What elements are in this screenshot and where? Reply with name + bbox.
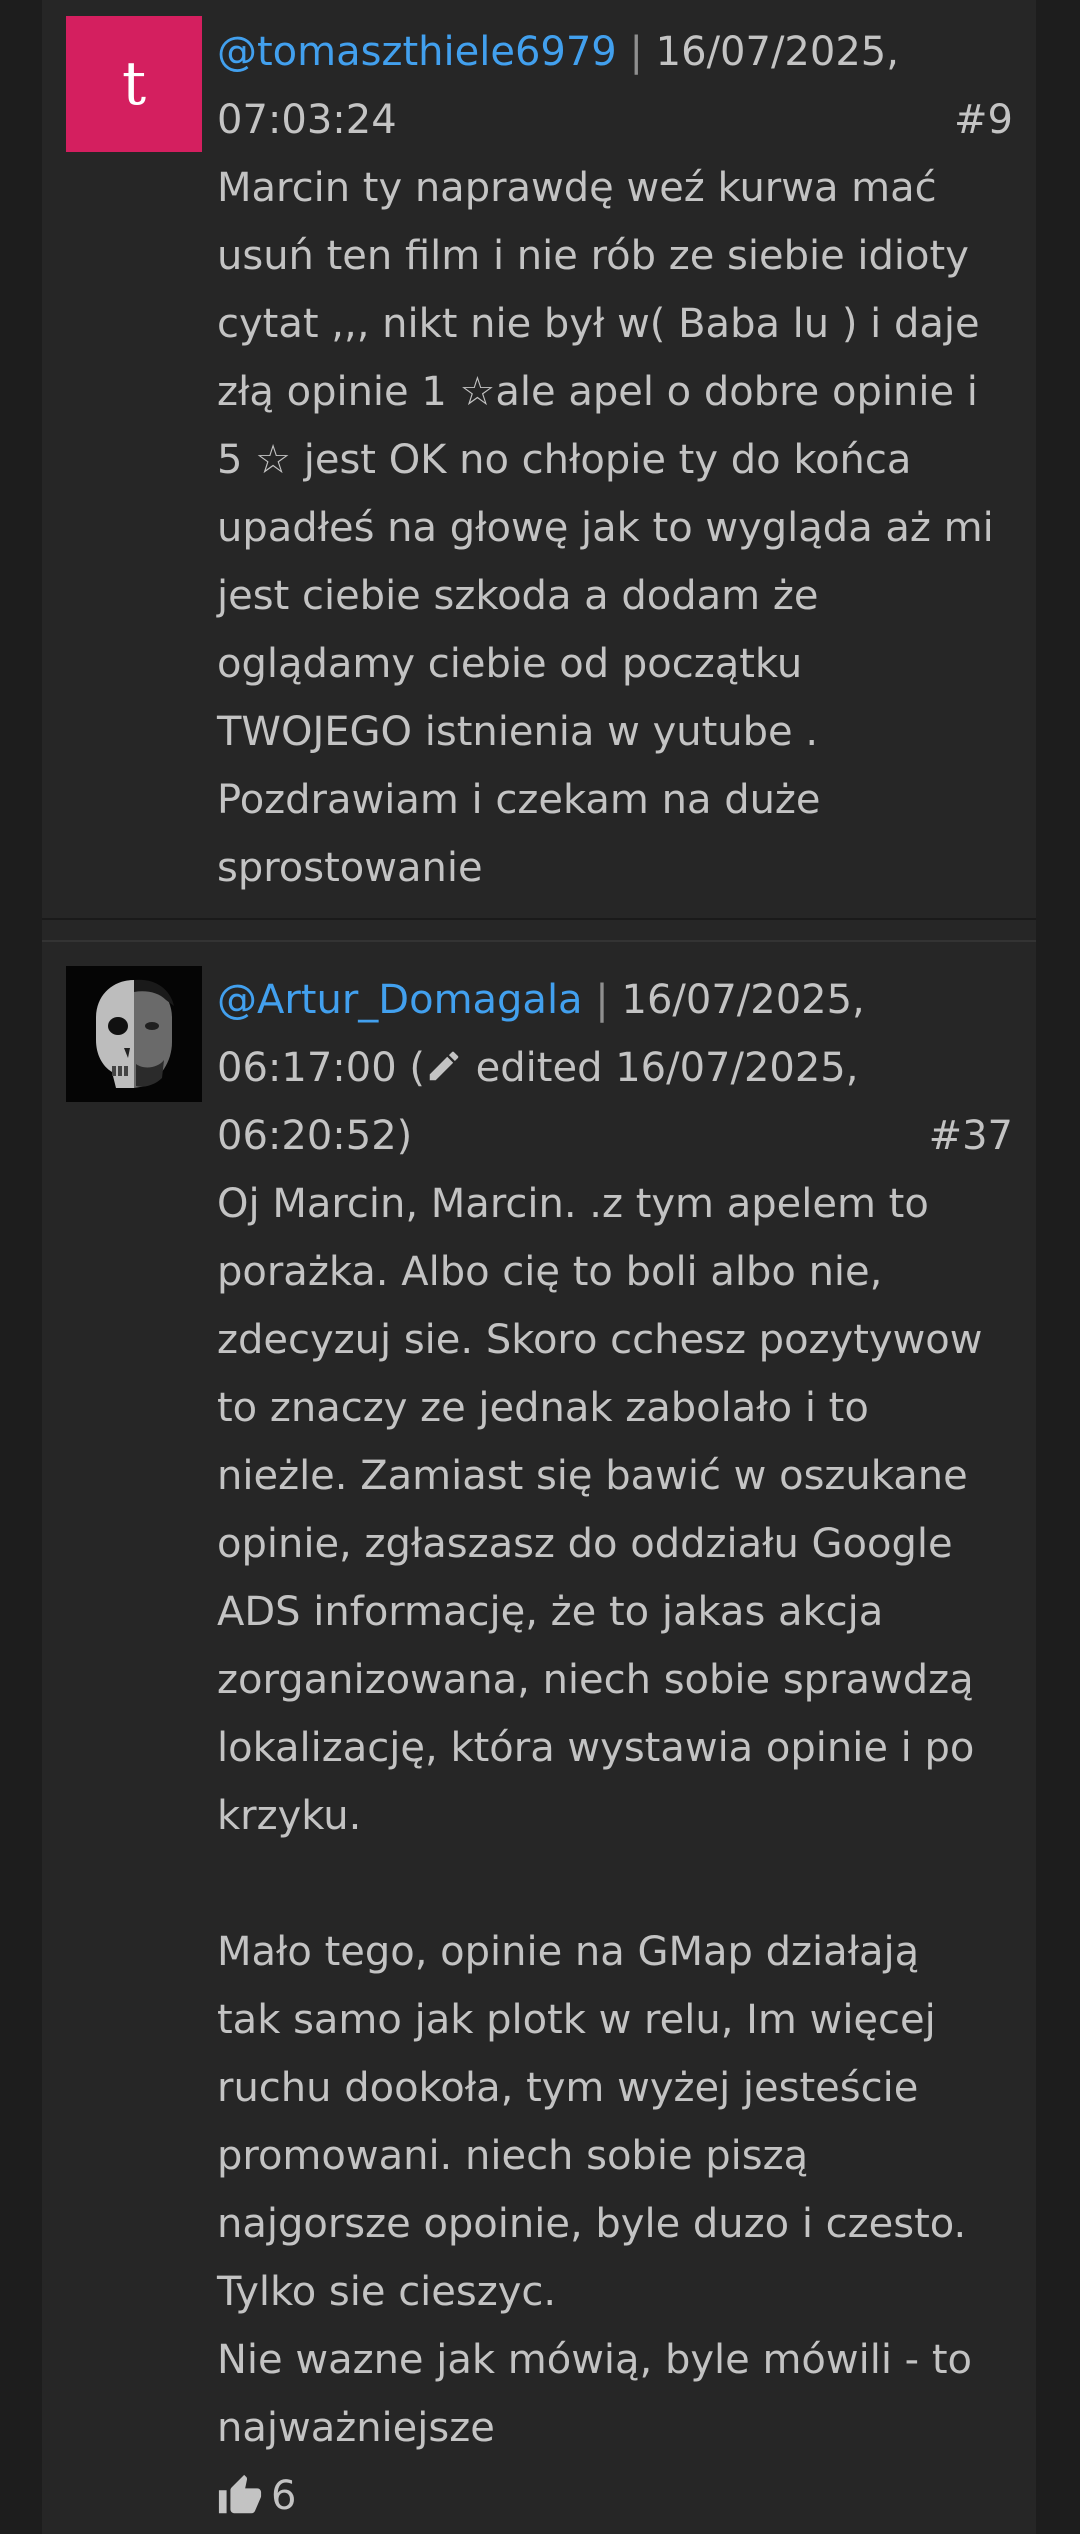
comment: @Artur_Domagala | 16/07/2025, 06:17:00 (… <box>42 942 1036 2534</box>
skull-portrait-avatar-icon <box>66 966 202 1102</box>
comment-number[interactable]: #37 <box>929 1102 1013 1170</box>
comment-line: oglądamy ciebie od początku <box>217 641 803 687</box>
like-count: 6 <box>271 2473 297 2519</box>
comment-line: cytat ,,, nikt nie był w( Baba lu ) i da… <box>217 301 980 347</box>
comment-line: Marcin ty naprawdę weź kurwa mać <box>217 165 937 211</box>
comment-line: upadłeś na głowę jak to wygląda aż mi <box>217 505 994 551</box>
comment-header-line-2: 06:17:00 ( edited 16/07/2025, <box>217 1034 1013 1102</box>
comment-line: tak samo jak plotk w relu, Im więcej <box>217 1997 936 2043</box>
comment-header-line-2: 07:03:24 #9 <box>217 86 1013 154</box>
header-separator: | <box>595 977 609 1023</box>
comment-text: Marcin ty naprawdę weź kurwa mać usuń te… <box>217 154 1013 902</box>
like-button[interactable]: 6 <box>217 2462 1013 2530</box>
comment-header-line-3: 06:20:52) #37 <box>217 1102 1013 1170</box>
comment-line: jest ciebie szkoda a dodam że <box>217 573 819 619</box>
comment-number[interactable]: #9 <box>954 86 1013 154</box>
comment-line: ruchu dookoła, tym wyżej jesteście <box>217 2065 919 2111</box>
comment-date: 16/07/2025, <box>621 977 865 1023</box>
comment-line: zdecyzuj sie. Skoro cchesz pozytywow <box>217 1317 983 1363</box>
comment-text: Oj Marcin, Marcin. .z tym apelem to pora… <box>217 1170 1013 2462</box>
comment-line: Tylko sie cieszyc. <box>217 2269 557 2315</box>
comment-line: najważniejsze <box>217 2405 495 2451</box>
comment-author-link[interactable]: @Artur_Domagala <box>217 977 583 1023</box>
comment-line: sprostowanie <box>217 845 483 891</box>
comment-line: ADS informację, że to jakas akcja <box>217 1589 884 1635</box>
comment-header: @Artur_Domagala | 16/07/2025, <box>217 966 1013 1034</box>
comment-author-link[interactable]: @tomaszthiele6979 <box>217 29 617 75</box>
comment-body: @Artur_Domagala | 16/07/2025, 06:17:00 (… <box>217 966 1013 2530</box>
comment-line: 5 ☆ jest OK no chłopie ty do końca <box>217 437 912 483</box>
comment-line: najgorsze opoinie, byle duzo i czesto. <box>217 2201 967 2247</box>
comment-header: @tomaszthiele6979 | 16/07/2025, <box>217 18 1013 86</box>
pencil-icon <box>429 1051 459 1081</box>
comment-line: Pozdrawiam i czekam na duże <box>217 777 821 823</box>
comment-line: nieżle. Zamiast się bawić w oszukane <box>217 1453 968 1499</box>
comment-line: krzyku. <box>217 1793 362 1839</box>
avatar[interactable]: t <box>66 16 202 152</box>
avatar-letter: t <box>121 49 147 119</box>
comment-line: Nie wazne jak mówią, byle mówili - to <box>217 2337 972 2383</box>
comments-column: t @tomaszthiele6979 | 16/07/2025, 07:03:… <box>42 0 1036 2534</box>
comment-line: TWOJEGO istnienia w yutube . <box>217 709 819 755</box>
comment-line: opinie, zgłaszasz do oddziału Google <box>217 1521 953 1567</box>
edited-time: 06:20:52) <box>217 1113 413 1159</box>
comment-time: 06:17:00 ( <box>217 1045 425 1091</box>
header-separator: | <box>629 29 643 75</box>
comment-line: porażka. Albo cię to boli albo nie, <box>217 1249 883 1295</box>
edited-label: edited 16/07/2025, <box>462 1045 859 1091</box>
comment-body: @tomaszthiele6979 | 16/07/2025, 07:03:24… <box>217 18 1013 902</box>
comment-time: 07:03:24 <box>217 97 397 143</box>
comment-line: to znaczy ze jednak zabolało i to <box>217 1385 869 1431</box>
comment-line: zorganizowana, niech sobie sprawdzą <box>217 1657 974 1703</box>
comment-line: Oj Marcin, Marcin. .z tym apelem to <box>217 1181 929 1227</box>
comment-line: lokalizację, która wystawia opinie i po <box>217 1725 975 1771</box>
comment-line: promowani. niech sobie piszą <box>217 2133 809 2179</box>
comment-line: Mało tego, opinie na GMap działają <box>217 1929 920 1975</box>
comment-line: usuń ten film i nie rób ze siebie idioty <box>217 233 969 279</box>
avatar[interactable] <box>66 966 202 1102</box>
comment: t @tomaszthiele6979 | 16/07/2025, 07:03:… <box>42 0 1036 920</box>
comment-date: 16/07/2025, <box>655 29 899 75</box>
thumbs-up-icon <box>218 2474 262 2514</box>
comment-line: złą opinie 1 ☆ale apel o dobre opinie i <box>217 369 978 415</box>
